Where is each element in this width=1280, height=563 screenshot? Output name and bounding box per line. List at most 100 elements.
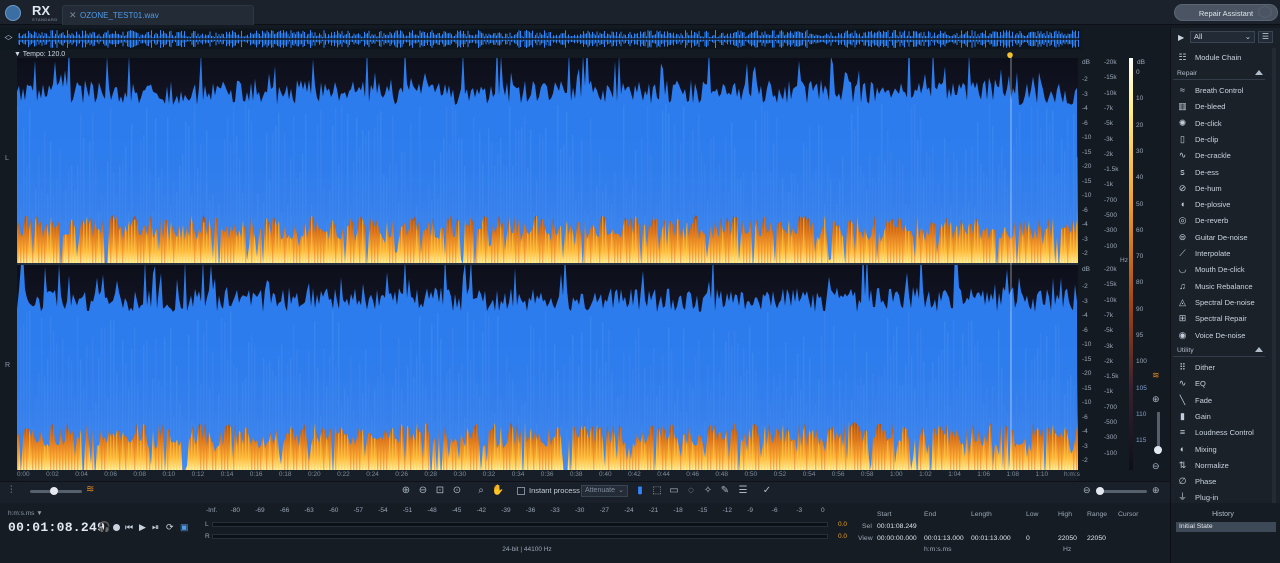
history-item[interactable]: Initial State — [1176, 522, 1276, 532]
view-start-value[interactable]: 00:00:00.000 — [877, 535, 917, 542]
left-channel-display[interactable] — [17, 58, 1078, 263]
module-breath-control[interactable]: ≈ Breath Control — [1171, 82, 1275, 98]
module-fade[interactable]: ╲ Fade — [1171, 392, 1275, 408]
module-scrollbar[interactable] — [1272, 48, 1276, 503]
module-de-bleed[interactable]: ▥ De-bleed — [1171, 98, 1275, 114]
horizontal-zoom-out-icon[interactable]: ⊖ — [1083, 485, 1095, 497]
module-de-crackle[interactable]: ∿ De-crackle — [1171, 147, 1275, 163]
db-tick-label: 30 — [1136, 147, 1144, 155]
repair-module-icon: ∿ — [1178, 150, 1187, 161]
frequency-tick-label: -7k — [1104, 311, 1114, 319]
right-channel-display[interactable] — [17, 265, 1078, 470]
zoom-out-icon[interactable]: ⊖ — [416, 484, 430, 498]
time-tick-label: 1:04 — [948, 471, 961, 478]
scale-panel[interactable]: dB -2 -3 -4 -6 -10 -15 -20 -15 -10 -6 -4 -3 -2 -20k -15… — [1078, 58, 1170, 470]
spectrogram-view-icon[interactable]: ≋ — [86, 484, 100, 496]
meter-tick-label: -57 — [353, 507, 363, 514]
module-spectral-repair[interactable]: ⊞ Spectral Repair — [1171, 310, 1275, 326]
scroll-follow-icon[interactable]: ▣ — [180, 522, 189, 533]
play-selection-icon[interactable]: ⏯ — [152, 522, 159, 533]
time-ruler[interactable]: 0:00 0:02 0:04 0:06 0:08 0:10 0:12 0:14 0:16 0:18… — [17, 470, 1080, 481]
module-guitar-de-noise[interactable]: ⊜ Guitar De-noise — [1171, 229, 1275, 245]
monitor-icon[interactable]: 🎧 — [98, 522, 110, 533]
pencil-icon[interactable]: ✓ — [760, 484, 774, 498]
time-format-select[interactable]: h:m:s.ms ▼ — [8, 510, 43, 517]
module-de-click[interactable]: ✺ De-click — [1171, 115, 1275, 131]
view-end-value[interactable]: 00:01:13.000 — [924, 535, 964, 542]
close-tab-icon[interactable]: ✕ — [69, 10, 77, 21]
repair-module-icon: ◉ — [1178, 329, 1187, 340]
module-filter-select[interactable]: All ⌄ — [1190, 31, 1255, 43]
module-voice-de-noise[interactable]: ◉ Voice De-noise — [1171, 327, 1275, 343]
zoom-in-icon[interactable]: ⊕ — [399, 484, 413, 498]
repair-section-header[interactable]: Repair — [1173, 68, 1265, 80]
module-mixing[interactable]: ◐ Mixing — [1171, 441, 1275, 457]
vertical-zoom-out-icon[interactable]: ⊖ — [1152, 461, 1164, 473]
zoom-fit-icon[interactable]: ⊙ — [450, 484, 464, 498]
instant-process-checkbox[interactable] — [517, 487, 525, 495]
view-length-value[interactable]: 00:01:13.000 — [971, 535, 1011, 542]
module-spectral-de-noise[interactable]: ◬ Spectral De-noise — [1171, 294, 1275, 310]
file-tab-label: OZONE_TEST01.wav — [80, 11, 159, 20]
module-de-reverb[interactable]: ◎ De-reverb — [1171, 212, 1275, 228]
spectrogram-mode-icon[interactable]: ≋ — [1152, 370, 1164, 382]
module-label: De-ess — [1195, 167, 1219, 177]
loop-icon[interactable]: ⟳ — [166, 522, 174, 533]
time-tick-label: 0:14 — [220, 471, 234, 478]
module-de-ess[interactable]: ꜱ De-ess — [1171, 164, 1275, 180]
attenuate-select[interactable]: Attenuate ⌄ — [581, 485, 628, 497]
hand-icon[interactable]: ✋ — [491, 484, 505, 498]
frequency-selection-icon[interactable]: ▭ — [667, 484, 681, 498]
spectrogram-display[interactable] — [17, 58, 1078, 470]
horizontal-zoom-knob[interactable] — [1096, 487, 1104, 495]
collapse-overview-icon[interactable]: ︿ ﹀ — [3, 31, 14, 46]
display-blend-knob[interactable] — [50, 487, 58, 495]
module-normalize[interactable]: ⇅ Normalize — [1171, 457, 1275, 473]
module-label: Guitar De-noise — [1195, 232, 1248, 242]
module-mouth-de-click[interactable]: ◡ Mouth De-click — [1171, 261, 1275, 277]
utility-section-header[interactable]: Utility — [1173, 345, 1265, 357]
module-de-plosive[interactable]: ◖ De-plosive — [1171, 196, 1275, 212]
utility-module-icon: ▮ — [1180, 410, 1185, 421]
lasso-icon[interactable]: ◌ — [684, 484, 698, 498]
module-interpolate[interactable]: ⟋ Interpolate — [1171, 245, 1275, 261]
tempo-label[interactable]: ▼ Tempo: 120.0 — [14, 51, 65, 58]
zoom-selection-icon[interactable]: ⊡ — [433, 484, 447, 498]
time-selection-icon[interactable]: ▮ — [633, 484, 647, 498]
high-value[interactable]: 22050 — [1058, 535, 1077, 542]
izotope-badge-icon[interactable] — [1258, 5, 1272, 19]
rectangle-selection-icon[interactable]: ⬚ — [650, 484, 664, 498]
module-eq[interactable]: ∿ EQ — [1171, 375, 1275, 391]
module-dither[interactable]: ⠿ Dither — [1171, 359, 1275, 375]
overview-waveform[interactable] — [18, 29, 1080, 49]
range-value[interactable]: 22050 — [1087, 535, 1106, 542]
vertical-zoom-knob[interactable] — [1154, 446, 1162, 454]
horizontal-zoom-slider[interactable] — [1097, 490, 1147, 493]
module-plug-in[interactable]: ⏚ Plug-in — [1171, 489, 1275, 503]
module-de-clip[interactable]: ▯ De-clip — [1171, 131, 1275, 147]
module-list-menu-icon[interactable]: ☰ — [1258, 31, 1273, 43]
vertical-zoom-in-icon[interactable]: ⊕ — [1152, 394, 1164, 406]
module-loudness-control[interactable]: ≡ Loudness Control — [1171, 424, 1275, 440]
play-icon[interactable]: ▶ — [139, 522, 146, 533]
rewind-icon[interactable]: ⏮ — [125, 522, 133, 533]
magnify-icon[interactable]: ⌕ — [474, 484, 488, 498]
low-value[interactable]: 0 — [1026, 535, 1030, 542]
waveform-view-icon[interactable]: ⫶ — [10, 485, 24, 497]
amplitude-tick-label: -10 — [1082, 341, 1092, 348]
play-module-icon[interactable]: ▶ — [1178, 33, 1184, 42]
harmonic-selection-icon[interactable]: ☰ — [736, 484, 750, 498]
module-de-hum[interactable]: ⊘ De-hum — [1171, 180, 1275, 196]
magic-wand-icon[interactable]: ✧ — [701, 484, 715, 498]
module-phase[interactable]: ∅ Phase — [1171, 473, 1275, 489]
sel-start-value[interactable]: 00:01:08.249 — [877, 523, 917, 530]
module-gain[interactable]: ▮ Gain — [1171, 408, 1275, 424]
horizontal-zoom-in-icon[interactable]: ⊕ — [1152, 485, 1164, 497]
brush-icon[interactable]: ✎ — [718, 484, 732, 498]
module-chain-item[interactable]: ☷ Module Chain — [1171, 49, 1275, 65]
amplitude-tick-label: -4 — [1082, 105, 1088, 112]
module-music-rebalance[interactable]: ♫ Music Rebalance — [1171, 278, 1275, 294]
record-icon[interactable] — [113, 524, 120, 531]
file-tab[interactable]: ✕ OZONE_TEST01.wav — [62, 5, 254, 25]
repair-module-icon: ◖ — [1179, 199, 1186, 210]
